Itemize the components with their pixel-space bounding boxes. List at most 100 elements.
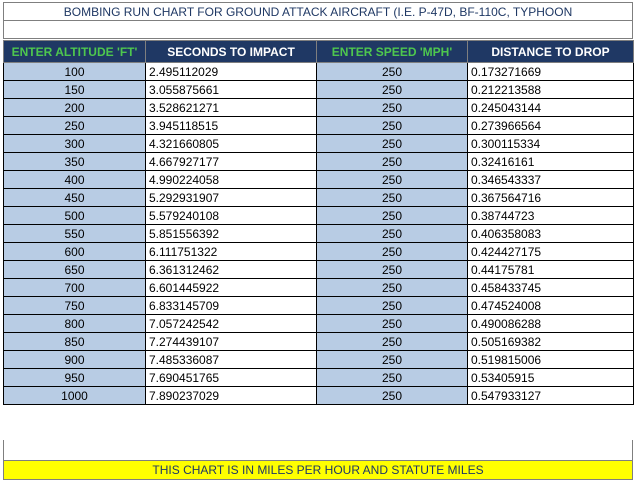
altitude-cell[interactable]: 450 [3,188,146,207]
speed-cell[interactable]: 250 [316,188,468,207]
speed-cell[interactable]: 250 [316,386,468,405]
speed-cell[interactable]: 250 [316,242,468,261]
speed-cell[interactable]: 250 [316,98,468,117]
altitude-cell[interactable]: 700 [3,278,146,297]
seconds-cell[interactable]: 5.851556392 [145,224,317,243]
table-row: 150 3.055875661 250 0.212213588 [3,80,634,99]
seconds-cell[interactable]: 4.321660805 [145,134,317,153]
distance-cell[interactable]: 0.367564716 [467,188,634,207]
seconds-cell[interactable]: 7.274439107 [145,332,317,351]
altitude-cell[interactable]: 550 [3,224,146,243]
speed-cell[interactable]: 250 [316,260,468,279]
altitude-cell[interactable]: 800 [3,314,146,333]
table-row: 950 7.690451765 250 0.53405915 [3,368,634,387]
altitude-cell[interactable]: 1000 [3,386,146,405]
speed-cell[interactable]: 250 [316,314,468,333]
blank-row-bottom[interactable] [3,440,633,460]
seconds-cell[interactable]: 7.057242542 [145,314,317,333]
seconds-cell[interactable]: 5.579240108 [145,206,317,225]
distance-cell[interactable]: 0.458433745 [467,278,634,297]
seconds-cell[interactable]: 2.495112029 [145,62,317,81]
seconds-cell[interactable]: 5.292931907 [145,188,317,207]
table-row: 1000 7.890237029 250 0.547933127 [3,386,634,405]
altitude-cell[interactable]: 200 [3,98,146,117]
table-row: 650 6.361312462 250 0.44175781 [3,260,634,279]
speed-cell[interactable]: 250 [316,350,468,369]
speed-cell[interactable]: 250 [316,278,468,297]
distance-cell[interactable]: 0.490086288 [467,314,634,333]
table-row: 300 4.321660805 250 0.300115334 [3,134,634,153]
altitude-header: ENTER ALTITUDE 'FT' [3,40,146,63]
table-row: 400 4.990224058 250 0.346543337 [3,170,634,189]
seconds-cell[interactable]: 7.690451765 [145,368,317,387]
seconds-cell[interactable]: 6.601445922 [145,278,317,297]
altitude-cell[interactable]: 650 [3,260,146,279]
blank-row-top[interactable] [3,21,633,39]
table-row: 900 7.485336087 250 0.519815006 [3,350,634,369]
speed-header: ENTER SPEED 'MPH' [316,40,468,63]
seconds-cell[interactable]: 3.945118515 [145,116,317,135]
altitude-cell[interactable]: 600 [3,242,146,261]
distance-cell[interactable]: 0.44175781 [467,260,634,279]
table-row: 200 3.528621271 250 0.245043144 [3,98,634,117]
speed-cell[interactable]: 250 [316,116,468,135]
spreadsheet: BOMBING RUN CHART FOR GROUND ATTACK AIRC… [0,0,637,482]
speed-cell[interactable]: 250 [316,152,468,171]
seconds-cell[interactable]: 3.528621271 [145,98,317,117]
units-note: THIS CHART IS IN MILES PER HOUR AND STAT… [3,460,633,480]
altitude-cell[interactable]: 300 [3,134,146,153]
speed-cell[interactable]: 250 [316,134,468,153]
speed-cell[interactable]: 250 [316,62,468,81]
altitude-cell[interactable]: 250 [3,116,146,135]
table-row: 750 6.833145709 250 0.474524008 [3,296,634,315]
distance-cell[interactable]: 0.173271669 [467,62,634,81]
distance-cell[interactable]: 0.424427175 [467,242,634,261]
distance-cell[interactable]: 0.245043144 [467,98,634,117]
distance-cell[interactable]: 0.273966564 [467,116,634,135]
header-row: ENTER ALTITUDE 'FT' SECONDS TO IMPACT EN… [3,40,634,63]
seconds-cell[interactable]: 6.361312462 [145,260,317,279]
altitude-cell[interactable]: 850 [3,332,146,351]
seconds-cell[interactable]: 7.890237029 [145,386,317,405]
distance-cell[interactable]: 0.406358083 [467,224,634,243]
distance-cell[interactable]: 0.505169382 [467,332,634,351]
seconds-cell[interactable]: 4.990224058 [145,170,317,189]
seconds-cell[interactable]: 6.111751322 [145,242,317,261]
altitude-cell[interactable]: 750 [3,296,146,315]
bombing-run-table: ENTER ALTITUDE 'FT' SECONDS TO IMPACT EN… [3,40,634,405]
chart-title: BOMBING RUN CHART FOR GROUND ATTACK AIRC… [3,2,633,21]
distance-cell[interactable]: 0.519815006 [467,350,634,369]
seconds-cell[interactable]: 3.055875661 [145,80,317,99]
speed-cell[interactable]: 250 [316,368,468,387]
speed-cell[interactable]: 250 [316,80,468,99]
speed-cell[interactable]: 250 [316,296,468,315]
distance-cell[interactable]: 0.547933127 [467,386,634,405]
speed-cell[interactable]: 250 [316,206,468,225]
distance-cell[interactable]: 0.300115334 [467,134,634,153]
distance-cell[interactable]: 0.53405915 [467,368,634,387]
seconds-cell[interactable]: 4.667927177 [145,152,317,171]
table-row: 800 7.057242542 250 0.490086288 [3,314,634,333]
altitude-cell[interactable]: 350 [3,152,146,171]
seconds-cell[interactable]: 6.833145709 [145,296,317,315]
altitude-cell[interactable]: 100 [3,62,146,81]
altitude-cell[interactable]: 950 [3,368,146,387]
altitude-cell[interactable]: 500 [3,206,146,225]
table-row: 700 6.601445922 250 0.458433745 [3,278,634,297]
table-row: 350 4.667927177 250 0.32416161 [3,152,634,171]
distance-cell[interactable]: 0.212213588 [467,80,634,99]
speed-cell[interactable]: 250 [316,224,468,243]
distance-cell[interactable]: 0.32416161 [467,152,634,171]
speed-cell[interactable]: 250 [316,170,468,189]
speed-cell[interactable]: 250 [316,332,468,351]
altitude-cell[interactable]: 400 [3,170,146,189]
table-row: 450 5.292931907 250 0.367564716 [3,188,634,207]
table-row: 500 5.579240108 250 0.38744723 [3,206,634,225]
altitude-cell[interactable]: 150 [3,80,146,99]
altitude-cell[interactable]: 900 [3,350,146,369]
distance-cell[interactable]: 0.38744723 [467,206,634,225]
distance-cell[interactable]: 0.346543337 [467,170,634,189]
table-row: 550 5.851556392 250 0.406358083 [3,224,634,243]
distance-cell[interactable]: 0.474524008 [467,296,634,315]
seconds-cell[interactable]: 7.485336087 [145,350,317,369]
